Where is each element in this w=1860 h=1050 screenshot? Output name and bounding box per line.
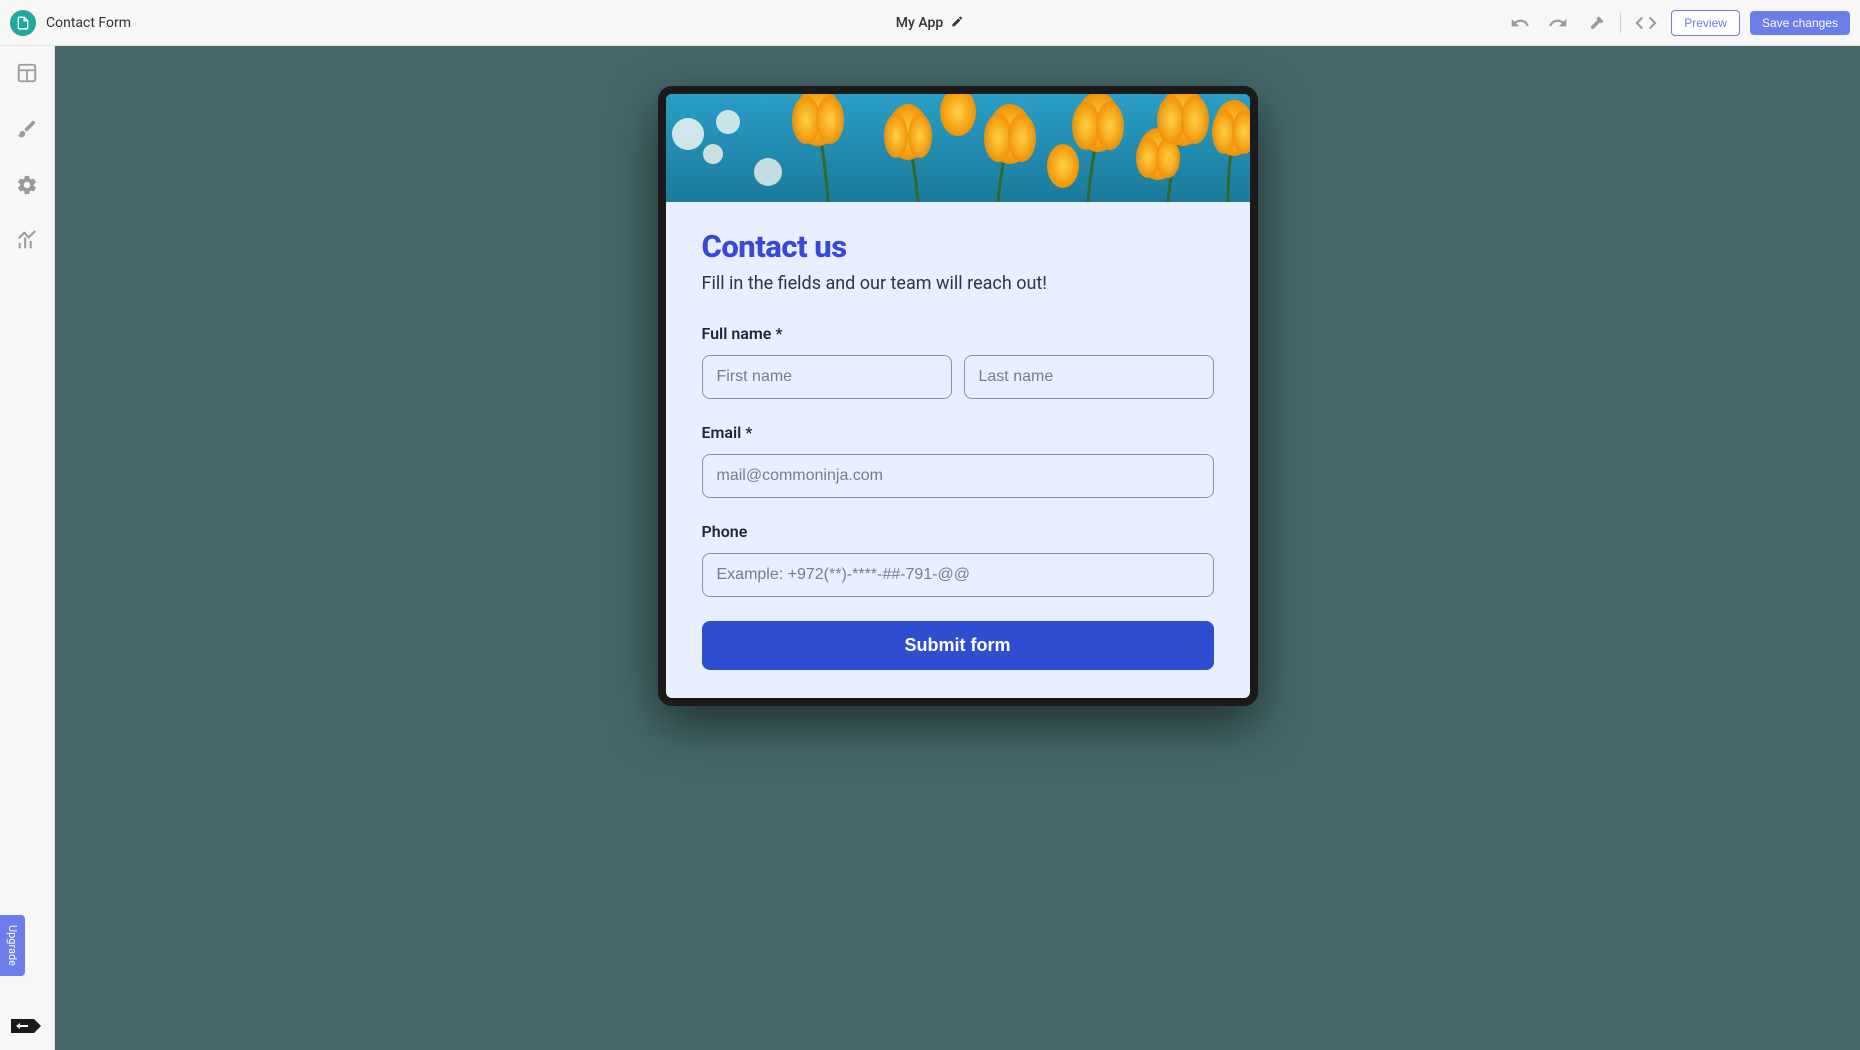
topbar-left: Contact Form	[10, 10, 131, 36]
editor-canvas: Contact us Fill in the fields and our te…	[55, 46, 1860, 1050]
undo-icon[interactable]	[1506, 9, 1534, 37]
name-row	[702, 355, 1214, 399]
preview-button[interactable]: Preview	[1671, 10, 1740, 36]
fullname-label: Full name *	[702, 324, 1214, 343]
submit-form-button[interactable]: Submit form	[702, 621, 1214, 670]
form-title: Contact us	[702, 228, 1214, 265]
upgrade-tab[interactable]: Upgrade	[0, 915, 25, 976]
app-title[interactable]: My App	[896, 15, 943, 31]
first-name-input[interactable]	[702, 355, 952, 399]
fullname-group: Full name *	[702, 324, 1214, 399]
code-icon[interactable]	[1631, 8, 1661, 38]
top-toolbar: Contact Form My App Preview Save changes	[0, 0, 1860, 46]
topbar-right: Preview Save changes	[1506, 8, 1850, 38]
form-subtitle: Fill in the fields and our team will rea…	[702, 273, 1214, 294]
form-hero-image	[666, 94, 1250, 202]
app-logo-icon[interactable]	[10, 10, 36, 36]
email-group: Email *	[702, 423, 1214, 498]
contact-form-card: Contact us Fill in the fields and our te…	[658, 86, 1258, 706]
email-label: Email *	[702, 423, 1214, 442]
page-name: Contact Form	[46, 15, 131, 31]
phone-input[interactable]	[702, 553, 1214, 597]
chart-icon[interactable]	[12, 226, 42, 260]
phone-group: Phone	[702, 522, 1214, 597]
gear-icon[interactable]	[12, 170, 42, 204]
layout-icon[interactable]	[12, 58, 42, 92]
brush-icon[interactable]	[12, 114, 42, 148]
hammer-icon[interactable]	[1582, 9, 1610, 37]
upgrade-label: Upgrade	[6, 925, 19, 966]
footer-logo-icon[interactable]	[8, 1016, 44, 1038]
topbar-center: My App	[896, 13, 964, 32]
phone-label: Phone	[702, 522, 1214, 541]
redo-icon[interactable]	[1544, 9, 1572, 37]
email-input[interactable]	[702, 454, 1214, 498]
form-body: Contact us Fill in the fields and our te…	[666, 202, 1250, 698]
left-sidebar	[0, 46, 55, 1050]
edit-icon[interactable]	[951, 13, 964, 32]
toolbar-divider	[1620, 13, 1621, 33]
save-changes-button[interactable]: Save changes	[1750, 11, 1850, 35]
last-name-input[interactable]	[964, 355, 1214, 399]
